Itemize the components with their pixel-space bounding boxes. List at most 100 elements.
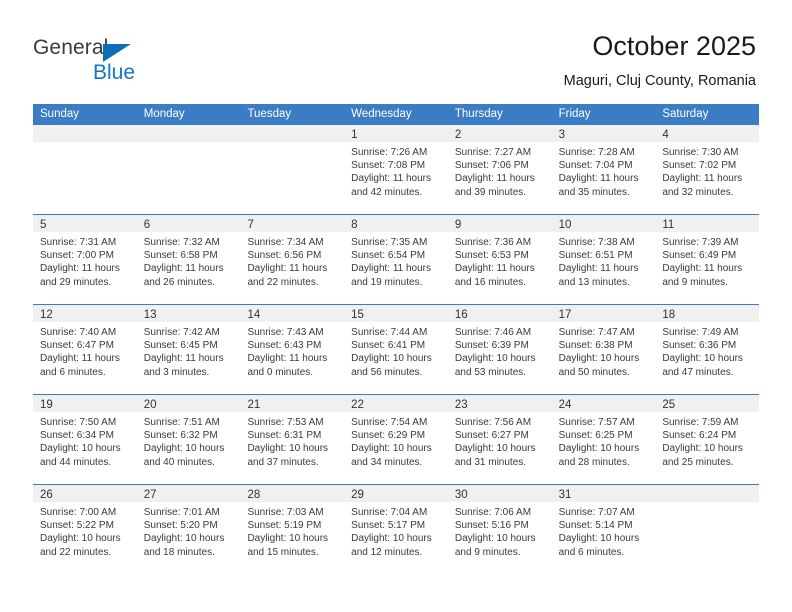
day-cell[interactable]: 12 Sunrise: 7:40 AM Sunset: 6:47 PM Dayl… (33, 305, 137, 394)
daylight-text-line2: and 29 minutes. (40, 276, 112, 288)
sunset-text: Sunset: 6:34 PM (40, 430, 114, 442)
day-cell[interactable]: 28 Sunrise: 7:03 AM Sunset: 5:19 PM Dayl… (240, 485, 345, 574)
day-cell[interactable]: 14 Sunrise: 7:43 AM Sunset: 6:43 PM Dayl… (240, 305, 345, 394)
day-cell[interactable]: 10 Sunrise: 7:38 AM Sunset: 6:51 PM Dayl… (551, 215, 656, 304)
sunset-text: Sunset: 5:19 PM (247, 520, 322, 532)
daylight-text-line2: and 44 minutes. (40, 456, 112, 468)
day-cell[interactable]: 17 Sunrise: 7:47 AM Sunset: 6:38 PM Dayl… (551, 305, 656, 394)
day-cell[interactable]: 6 Sunrise: 7:32 AM Sunset: 6:58 PM Dayli… (136, 215, 241, 304)
daylight-text-line1: Daylight: 11 hours (40, 353, 120, 365)
sunset-text: Sunset: 6:31 PM (247, 430, 322, 442)
day-cell[interactable]: 2 Sunrise: 7:27 AM Sunset: 7:06 PM Dayli… (447, 125, 552, 214)
day-number: 14 (247, 309, 261, 321)
sunset-text: Sunset: 7:04 PM (558, 160, 633, 172)
sunset-text: Sunset: 7:02 PM (662, 160, 737, 172)
day-cell[interactable]: 5 Sunrise: 7:31 AM Sunset: 7:00 PM Dayli… (33, 215, 137, 304)
sunrise-text: Sunrise: 7:53 AM (247, 417, 324, 428)
sunset-text: Sunset: 6:36 PM (662, 340, 737, 352)
sunset-text: Sunset: 6:27 PM (454, 430, 529, 442)
day-cell[interactable]: 18 Sunrise: 7:49 AM Sunset: 6:36 PM Dayl… (655, 305, 760, 394)
day-cell[interactable]: 16 Sunrise: 7:46 AM Sunset: 6:39 PM Dayl… (447, 305, 552, 394)
day-cell[interactable]: 11 Sunrise: 7:39 AM Sunset: 6:49 PM Dayl… (655, 215, 760, 304)
day-number: 3 (558, 129, 565, 141)
day-cell[interactable]: 19 Sunrise: 7:50 AM Sunset: 6:34 PM Dayl… (33, 395, 137, 484)
daylight-text-line2: and 16 minutes. (454, 276, 527, 288)
sunrise-text: Sunrise: 7:07 AM (558, 507, 635, 518)
day-cell[interactable]: 8 Sunrise: 7:35 AM Sunset: 6:54 PM Dayli… (344, 215, 448, 304)
week-row: 12 Sunrise: 7:40 AM Sunset: 6:47 PM Dayl… (33, 304, 760, 394)
generalblue-logo[interactable]: General Blue (33, 36, 223, 88)
daylight-text-line1: Daylight: 10 hours (558, 353, 640, 365)
daylight-text-line2: and 56 minutes. (351, 366, 423, 378)
day-cell[interactable]: 24 Sunrise: 7:57 AM Sunset: 6:25 PM Dayl… (551, 395, 656, 484)
daylight-text-line2: and 6 minutes. (40, 366, 106, 378)
weekday-header-row: Sunday Monday Tuesday Wednesday Thursday… (33, 104, 759, 125)
calendar-grid: Sunday Monday Tuesday Wednesday Thursday… (33, 104, 760, 574)
day-cell[interactable]: 26 Sunrise: 7:00 AM Sunset: 5:22 PM Dayl… (33, 485, 137, 574)
title-block: October 2025 Maguri, Cluj County, Romani… (564, 30, 756, 91)
day-cell[interactable]: 4 Sunrise: 7:30 AM Sunset: 7:02 PM Dayli… (655, 125, 760, 214)
sunrise-text: Sunrise: 7:06 AM (454, 507, 532, 518)
sunset-text: Sunset: 6:38 PM (558, 340, 633, 352)
sunrise-text: Sunrise: 7:40 AM (40, 327, 117, 338)
daylight-text-line2: and 31 minutes. (454, 456, 527, 468)
daylight-text-line1: Daylight: 10 hours (454, 533, 536, 545)
day-number: 4 (662, 129, 669, 141)
daylight-text-line2: and 32 minutes. (662, 186, 734, 198)
daylight-text-line1: Daylight: 11 hours (143, 353, 224, 365)
sunrise-text: Sunrise: 7:46 AM (454, 327, 532, 338)
daylight-text-line2: and 19 minutes. (351, 276, 423, 288)
sunrise-text: Sunrise: 7:34 AM (247, 237, 324, 248)
day-cell[interactable]: 15 Sunrise: 7:44 AM Sunset: 6:41 PM Dayl… (344, 305, 448, 394)
weekday-header-thursday: Thursday (454, 108, 503, 120)
daylight-text-line1: Daylight: 10 hours (662, 353, 743, 365)
day-cell[interactable]: 22 Sunrise: 7:54 AM Sunset: 6:29 PM Dayl… (344, 395, 448, 484)
day-cell[interactable] (240, 125, 345, 214)
daylight-text-line1: Daylight: 10 hours (40, 533, 121, 545)
day-cell[interactable]: 31 Sunrise: 7:07 AM Sunset: 5:14 PM Dayl… (551, 485, 656, 574)
daylight-text-line2: and 22 minutes. (247, 276, 319, 288)
daylight-text-line2: and 18 minutes. (143, 546, 215, 558)
daylight-text-line2: and 0 minutes. (247, 366, 314, 378)
daylight-text-line1: Daylight: 10 hours (247, 533, 329, 545)
daylight-text-line2: and 15 minutes. (247, 546, 319, 558)
sunset-text: Sunset: 6:32 PM (143, 430, 218, 442)
daylight-text-line1: Daylight: 10 hours (143, 443, 225, 455)
day-cell[interactable]: 13 Sunrise: 7:42 AM Sunset: 6:45 PM Dayl… (136, 305, 241, 394)
day-number: 28 (247, 489, 261, 501)
day-cell[interactable]: 7 Sunrise: 7:34 AM Sunset: 6:56 PM Dayli… (240, 215, 345, 304)
daylight-text-line1: Daylight: 10 hours (558, 443, 640, 455)
weekday-header-sunday: Sunday (40, 108, 80, 120)
daylight-text-line1: Daylight: 11 hours (351, 173, 432, 185)
day-cell[interactable]: 25 Sunrise: 7:59 AM Sunset: 6:24 PM Dayl… (655, 395, 760, 484)
day-number: 19 (40, 399, 53, 411)
day-cell[interactable] (33, 125, 137, 214)
day-cell[interactable] (136, 125, 241, 214)
logo-text-general: General (33, 36, 109, 59)
day-cell[interactable] (655, 485, 760, 574)
sunrise-text: Sunrise: 7:47 AM (558, 327, 635, 338)
day-cell[interactable]: 27 Sunrise: 7:01 AM Sunset: 5:20 PM Dayl… (136, 485, 241, 574)
sunset-text: Sunset: 7:00 PM (40, 250, 114, 262)
sunrise-text: Sunrise: 7:57 AM (558, 417, 635, 428)
sunrise-text: Sunrise: 7:00 AM (40, 507, 117, 518)
day-cell[interactable]: 20 Sunrise: 7:51 AM Sunset: 6:32 PM Dayl… (136, 395, 241, 484)
day-cell[interactable]: 3 Sunrise: 7:28 AM Sunset: 7:04 PM Dayli… (551, 125, 656, 214)
daylight-text-line1: Daylight: 10 hours (351, 533, 432, 545)
day-cell[interactable]: 1 Sunrise: 7:26 AM Sunset: 7:08 PM Dayli… (344, 125, 448, 214)
day-cell[interactable]: 23 Sunrise: 7:56 AM Sunset: 6:27 PM Dayl… (447, 395, 552, 484)
sunset-text: Sunset: 5:14 PM (558, 520, 633, 532)
page-title: October 2025 (592, 31, 756, 61)
daylight-text-line1: Daylight: 11 hours (558, 173, 639, 185)
day-number: 16 (454, 309, 468, 321)
day-cell[interactable]: 29 Sunrise: 7:04 AM Sunset: 5:17 PM Dayl… (344, 485, 448, 574)
day-number: 20 (143, 399, 157, 411)
sunrise-text: Sunrise: 7:26 AM (351, 147, 428, 158)
week-row: 19 Sunrise: 7:50 AM Sunset: 6:34 PM Dayl… (33, 394, 760, 484)
day-cell[interactable]: 9 Sunrise: 7:36 AM Sunset: 6:53 PM Dayli… (447, 215, 552, 304)
day-cell[interactable]: 21 Sunrise: 7:53 AM Sunset: 6:31 PM Dayl… (240, 395, 345, 484)
sunrise-text: Sunrise: 7:04 AM (351, 507, 428, 518)
day-cell[interactable]: 30 Sunrise: 7:06 AM Sunset: 5:16 PM Dayl… (447, 485, 552, 574)
daylight-text-line2: and 13 minutes. (558, 276, 630, 288)
daylight-text-line2: and 37 minutes. (247, 456, 319, 468)
